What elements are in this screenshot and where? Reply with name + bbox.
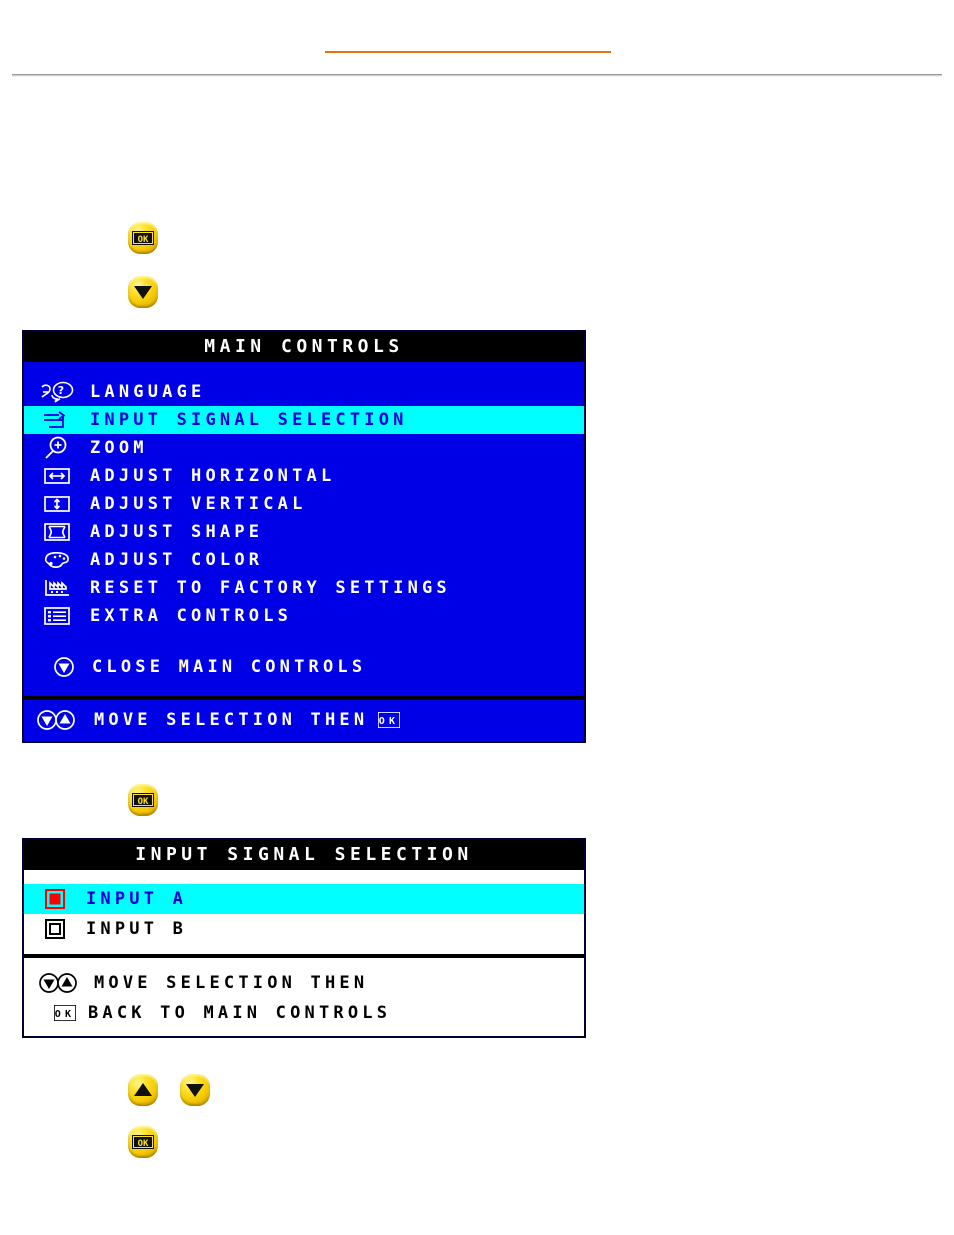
footer-ok-glyph: OK <box>54 1005 76 1021</box>
menu-item-label: INPUT SIGNAL SELECTION <box>90 410 408 430</box>
menu-item-label: ADJUST COLOR <box>90 550 264 570</box>
down-button-step-3[interactable] <box>180 1074 210 1106</box>
adjust-shape-icon <box>38 520 76 544</box>
svg-text:?: ? <box>58 384 69 397</box>
menu-item-zoom[interactable]: ZOOM <box>24 434 584 462</box>
menu-item-extra-controls[interactable]: EXTRA CONTROLS <box>24 602 584 630</box>
main-controls-footer-line: MOVE SELECTION THEN OK <box>24 704 584 736</box>
menu-item-adjust-vertical[interactable]: ADJUST VERTICAL <box>24 490 584 518</box>
osd-panel-main-controls: MAIN CONTROLS ? LANGUAGE INPUT SIGNAL SE… <box>22 330 586 743</box>
main-controls-title: MAIN CONTROLS <box>24 332 584 362</box>
svg-text:OK: OK <box>379 716 399 727</box>
radio-unselected-icon <box>40 919 70 939</box>
menu-item-adjust-shape[interactable]: ADJUST SHAPE <box>24 518 584 546</box>
svg-text:OK: OK <box>138 1139 149 1149</box>
svg-text:OK: OK <box>55 1009 75 1020</box>
ok-icon: OK <box>132 793 154 807</box>
ok-button-step-1[interactable]: OK <box>128 222 158 254</box>
menu-item-label: LANGUAGE <box>90 382 206 402</box>
footer-ok-glyph: OK <box>378 712 401 728</box>
option-input-a[interactable]: INPUT A <box>24 884 584 914</box>
main-controls-body: ? LANGUAGE INPUT SIGNAL SELECTION ZOOM A… <box>24 362 584 696</box>
menu-item-label: EXTRA CONTROLS <box>90 606 293 626</box>
main-controls-footer-text: MOVE SELECTION THEN <box>94 710 369 730</box>
down-button-step-1[interactable] <box>128 276 158 308</box>
menu-item-language[interactable]: ? LANGUAGE <box>24 378 584 406</box>
ok-icon: OK <box>132 231 154 245</box>
down-arrow-icon <box>134 286 152 299</box>
up-button-step-3[interactable] <box>128 1074 158 1106</box>
menu-item-label: ZOOM <box>90 438 148 458</box>
input-signal-title: INPUT SIGNAL SELECTION <box>24 840 584 870</box>
radio-selected-icon <box>40 889 70 909</box>
adjust-vertical-icon <box>38 492 76 516</box>
move-selection-glyphs <box>36 709 80 731</box>
input-signal-footer-line-1: MOVE SELECTION THEN <box>24 968 584 998</box>
svg-text:OK: OK <box>138 235 149 245</box>
input-signal-footer: MOVE SELECTION THEN OK BACK TO MAIN CONT… <box>24 958 584 1036</box>
menu-item-adjust-color[interactable]: ADJUST COLOR <box>24 546 584 574</box>
menu-item-label: RESET TO FACTORY SETTINGS <box>90 578 451 598</box>
up-arrow-icon <box>134 1083 152 1096</box>
ok-button-step-2[interactable]: OK <box>128 784 158 816</box>
menu-item-label: ADJUST SHAPE <box>90 522 264 542</box>
input-signal-footer-line-2: OK BACK TO MAIN CONTROLS <box>24 998 584 1028</box>
adjust-horizontal-icon <box>38 464 76 488</box>
input-signal-body: INPUT A INPUT B <box>24 870 584 954</box>
page-horizontal-rule <box>12 74 942 77</box>
reset-factory-icon <box>38 576 76 600</box>
ok-button-step-3[interactable]: OK <box>128 1126 158 1158</box>
ok-icon: OK <box>132 1135 154 1149</box>
menu-item-reset-to-factory-settings[interactable]: RESET TO FACTORY SETTINGS <box>24 574 584 602</box>
zoom-icon <box>38 436 76 460</box>
menu-item-adjust-horizontal[interactable]: ADJUST HORIZONTAL <box>24 462 584 490</box>
menu-item-input-signal-selection[interactable]: INPUT SIGNAL SELECTION <box>24 406 584 434</box>
adjust-color-icon <box>38 548 76 572</box>
close-main-controls-label: CLOSE MAIN CONTROLS <box>92 657 367 677</box>
top-link-underline[interactable] <box>325 51 611 53</box>
extra-controls-icon <box>38 604 76 628</box>
close-main-controls-item[interactable]: CLOSE MAIN CONTROLS <box>24 652 584 682</box>
menu-spacer <box>24 630 584 652</box>
move-selection-glyphs <box>38 972 82 994</box>
svg-text:OK: OK <box>138 797 149 807</box>
down-arrow-icon <box>186 1084 204 1097</box>
option-label: INPUT B <box>86 919 188 939</box>
input-signal-footer-text-1: MOVE SELECTION THEN <box>94 973 369 993</box>
menu-item-label: ADJUST HORIZONTAL <box>90 466 336 486</box>
option-label: INPUT A <box>86 889 188 909</box>
input-signal-footer-text-2: BACK TO MAIN CONTROLS <box>88 1003 392 1023</box>
main-controls-footer: MOVE SELECTION THEN OK <box>24 700 584 741</box>
menu-item-label: ADJUST VERTICAL <box>90 494 307 514</box>
osd-panel-input-signal-selection: INPUT SIGNAL SELECTION INPUT A INPUT B M… <box>22 838 586 1038</box>
input-signal-icon <box>38 408 76 432</box>
language-icon: ? <box>38 380 76 404</box>
down-arrow-circle-icon <box>52 656 76 678</box>
option-input-b[interactable]: INPUT B <box>24 914 584 944</box>
